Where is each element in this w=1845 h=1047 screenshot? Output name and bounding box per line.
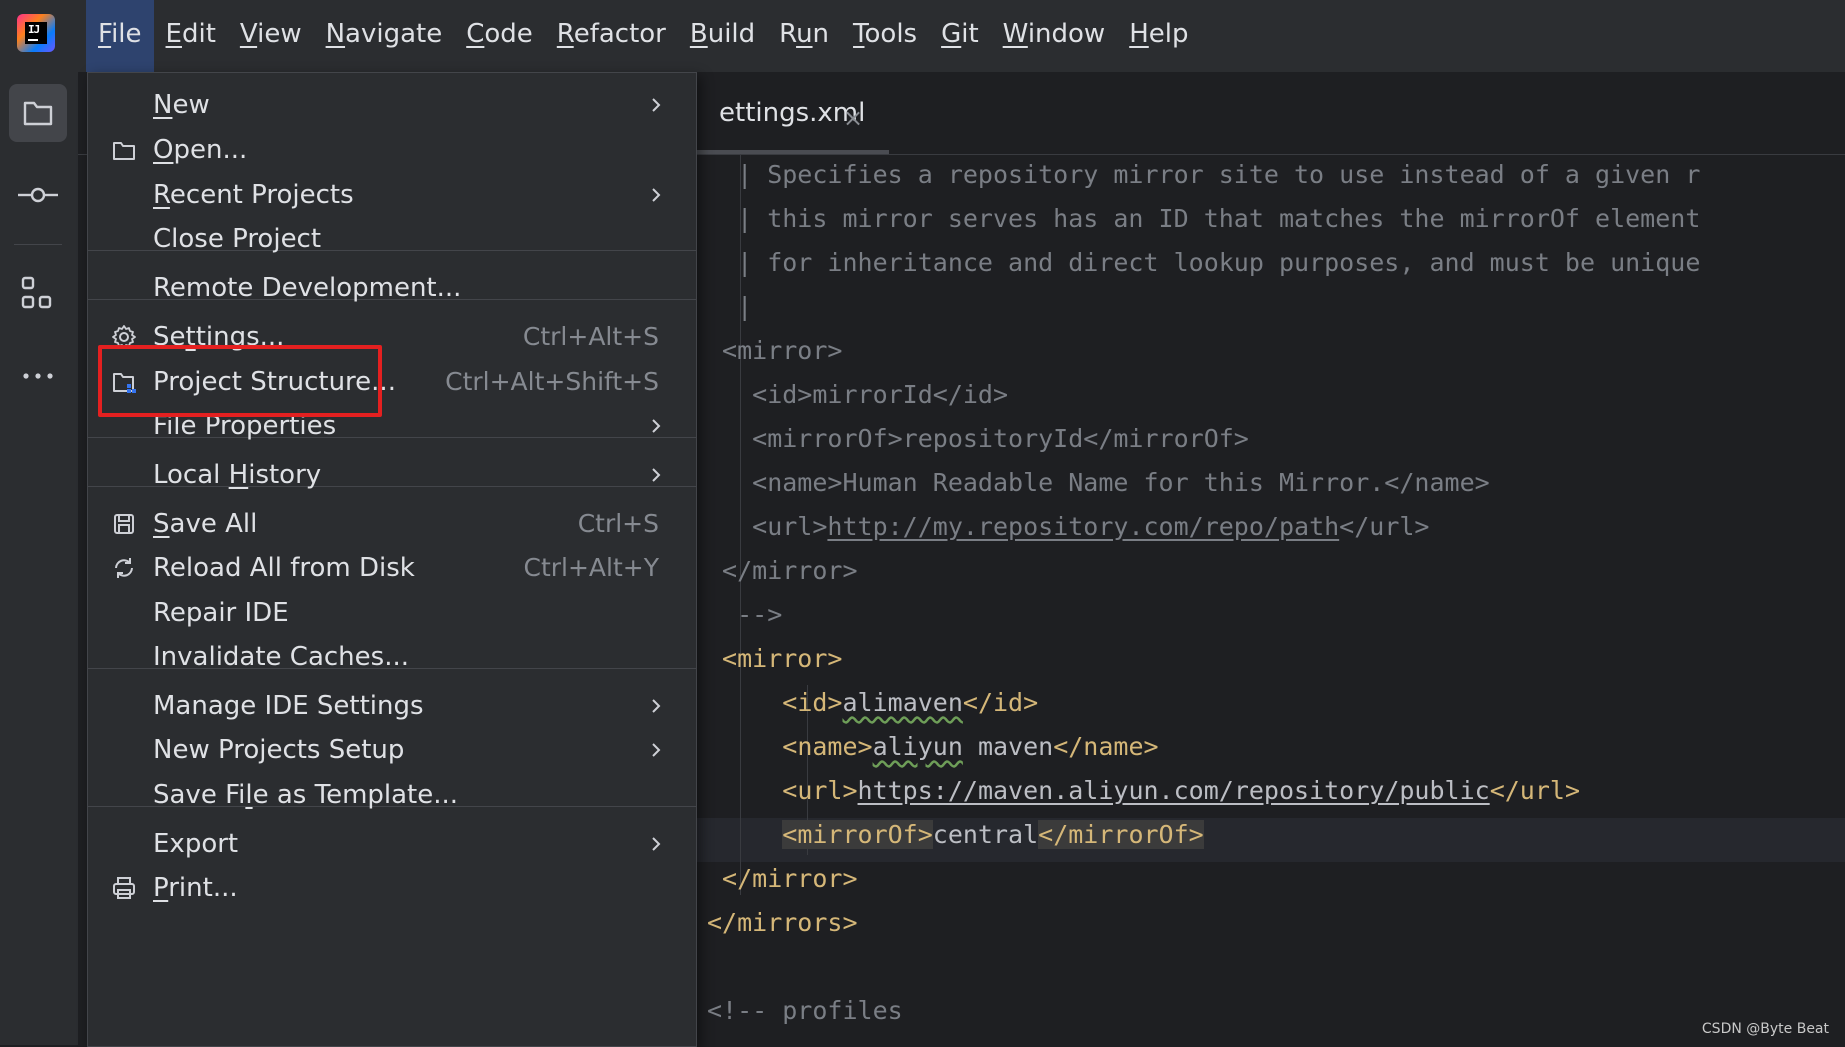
more-icon: [23, 373, 53, 379]
commit-tool-button[interactable]: [9, 166, 67, 224]
structure-tool-button[interactable]: [9, 265, 67, 323]
menu-build[interactable]: Build: [678, 0, 767, 72]
code-line[interactable]: -->: [707, 595, 782, 635]
intellij-logo-icon[interactable]: IJ: [17, 14, 55, 52]
menu-item-print[interactable]: Print...: [88, 862, 696, 914]
menu-item-save-file-as-template[interactable]: Save File as Template...: [88, 769, 696, 821]
main-menu: File Edit View Navigate Code Refactor Build Run…: [86, 0, 1201, 72]
folder-icon: [113, 142, 135, 160]
code-line[interactable]: |: [707, 287, 752, 327]
menu-window[interactable]: Window: [991, 0, 1118, 72]
menu-git[interactable]: Git: [929, 0, 991, 72]
menu-code[interactable]: Code: [454, 0, 545, 72]
menu-item-label: Invalidate Caches...: [153, 642, 410, 672]
code-line[interactable]: <mirror>: [707, 331, 842, 371]
code-editor[interactable]: | Specifies a repository mirror site to …: [693, 155, 1845, 1045]
code-line[interactable]: </mirrors>: [707, 903, 858, 943]
chevron-right-icon: [652, 743, 661, 757]
menu-item-local-history[interactable]: Local History: [88, 449, 696, 501]
save-icon: [114, 514, 134, 534]
menu-item-label: Print...: [153, 873, 238, 903]
code-line[interactable]: <name>Human Readable Name for this Mirro…: [707, 463, 1490, 503]
code-line[interactable]: | this mirror serves has an ID that matc…: [707, 199, 1700, 239]
more-tool-windows-button[interactable]: [9, 347, 67, 405]
code-line[interactable]: <!-- profiles: [707, 991, 903, 1031]
code-line[interactable]: </mirror>: [707, 859, 857, 899]
menu-item-invalidate-caches[interactable]: Invalidate Caches...: [88, 631, 696, 683]
code-line[interactable]: | for inheritance and direct lookup purp…: [707, 243, 1700, 283]
menu-edit[interactable]: Edit: [154, 0, 228, 72]
menu-item-label: Close Project: [153, 224, 322, 254]
print-icon: [113, 877, 135, 899]
menu-item-label: Local History: [153, 460, 322, 490]
chevron-right-icon: [652, 468, 661, 482]
code-line[interactable]: <mirror>: [707, 639, 842, 679]
folder-icon: [23, 101, 53, 126]
chevron-right-icon: [652, 188, 661, 202]
code-line[interactable]: </mirror>: [707, 551, 857, 591]
menu-navigate[interactable]: Navigate: [314, 0, 455, 72]
watermark: CSDN @Byte Beat: [1701, 1021, 1829, 1037]
reload-icon: [115, 558, 133, 578]
menu-view[interactable]: View: [228, 0, 314, 72]
commit-icon: [18, 187, 58, 203]
code-line[interactable]: <url>https://maven.aliyun.com/repository…: [707, 771, 1580, 811]
chevron-right-icon: [652, 699, 661, 713]
code-line[interactable]: <mirrorOf>repositoryId</mirrorOf>: [707, 419, 1249, 459]
settings-highlight-annotation: [98, 345, 382, 417]
structure-icon: [21, 276, 52, 309]
menu-run[interactable]: Run: [767, 0, 841, 72]
code-line[interactable]: | Specifies a repository mirror site to …: [707, 155, 1700, 195]
menu-item-remote-development[interactable]: Remote Development...: [88, 262, 696, 314]
menu-item-label: Save File as Template...: [153, 780, 459, 810]
active-tab-indicator: [693, 150, 889, 154]
code-line[interactable]: <id>mirrorId</id>: [707, 375, 1008, 415]
menu-item-label: Remote Development...: [153, 273, 462, 303]
code-line[interactable]: <url>http://my.repository.com/repo/path<…: [707, 507, 1429, 547]
file-menu-dropdown: New Open... Recent Projects Close Project Re…: [87, 72, 697, 1047]
chevron-right-icon: [652, 98, 661, 112]
toolbar-separator: [14, 244, 62, 245]
menu-file[interactable]: File: [86, 0, 154, 72]
menu-bar: IJ File Edit View Navigate Code Refactor Build…: [0, 0, 1845, 72]
menu-help[interactable]: Help: [1117, 0, 1200, 72]
code-line[interactable]: <mirrorOf>central</mirrorOf>: [707, 815, 1204, 855]
menu-tools[interactable]: Tools: [841, 0, 929, 72]
code-line[interactable]: <name>aliyun maven</name>: [707, 727, 1158, 767]
menu-item-close-project[interactable]: Close Project: [88, 213, 696, 265]
close-tab-icon[interactable]: ×: [843, 104, 863, 132]
menu-refactor[interactable]: Refactor: [545, 0, 678, 72]
chevron-right-icon: [652, 419, 661, 433]
tool-window-bar: [0, 72, 79, 1045]
code-line[interactable]: <id>alimaven</id>: [707, 683, 1038, 723]
chevron-right-icon: [652, 837, 661, 851]
project-tool-button[interactable]: [9, 84, 67, 142]
